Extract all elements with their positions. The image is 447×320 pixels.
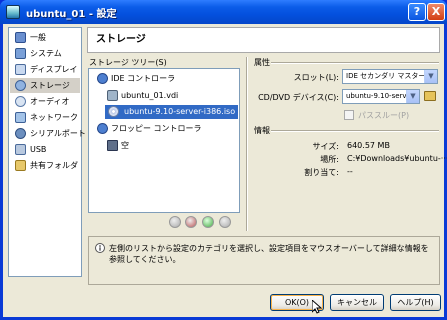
general-icon	[15, 32, 26, 43]
cd-dvd-label: CD/DVD デバイス(C):	[258, 93, 339, 102]
sidebar-item-serial-port[interactable]: シリアルポート	[10, 126, 86, 141]
page-title: ストレージ	[87, 27, 440, 53]
location-label: 場所:	[320, 155, 339, 164]
tree-node-ide-controller[interactable]: IDE コントローラ	[95, 72, 175, 86]
controller-icon	[97, 123, 108, 134]
sidebar-item-general[interactable]: 一般	[10, 30, 80, 45]
controller-icon	[97, 73, 108, 84]
sidebar-item-label: ディスプレイ	[30, 65, 78, 74]
sidebar-item-label: USB	[30, 145, 47, 154]
category-list: 一般 システム ディスプレイ ストレージ オーディオ ネットワーク シリアルポー…	[8, 27, 86, 277]
sidebar-item-label: システム	[30, 49, 62, 58]
sidebar-item-display[interactable]: ディスプレイ	[10, 62, 80, 77]
attributes-separator	[271, 62, 439, 64]
tree-node-floppy-controller[interactable]: フロッピー コントローラ	[95, 122, 202, 136]
sidebar-item-system[interactable]: システム	[10, 46, 80, 61]
sidebar-item-storage[interactable]: ストレージ	[10, 78, 80, 93]
sidebar-item-label: 一般	[30, 33, 46, 42]
tree-node-iso[interactable]: ubuntu-9.10-server-i386.iso	[105, 105, 239, 119]
virtualbox-app-icon	[6, 5, 20, 19]
info-section-title: 情報	[254, 126, 270, 135]
network-icon	[15, 112, 26, 123]
cd-dvd-select-value: ubuntu-9.10-serv	[346, 92, 407, 100]
slot-label: スロット(L):	[293, 73, 339, 82]
tree-node-label: 空	[121, 141, 129, 150]
tree-node-label: IDE コントローラ	[111, 74, 176, 83]
add-controller-icon[interactable]	[169, 216, 181, 228]
hard-disk-icon	[107, 90, 118, 101]
remove-attachment-icon[interactable]	[219, 216, 231, 228]
tree-node-vdi[interactable]: ubuntu_01.vdi	[105, 89, 178, 103]
window-title: ubuntu_01 - 設定	[26, 9, 117, 20]
sidebar-item-label: ストレージ	[30, 81, 70, 90]
dialog-client-area: 一般 システム ディスプレイ ストレージ オーディオ ネットワーク シリアルポー…	[3, 24, 447, 317]
tree-node-label: ubuntu_01.vdi	[121, 91, 179, 100]
open-folder-icon[interactable]	[424, 91, 436, 101]
add-attachment-icon[interactable]	[202, 216, 214, 228]
size-label: サイズ:	[312, 142, 339, 151]
storage-tree-label: ストレージ ツリー(S)	[89, 58, 167, 67]
sidebar-item-network[interactable]: ネットワーク	[10, 110, 80, 125]
attached-value: --	[347, 167, 353, 176]
cancel-button[interactable]: キャンセル	[330, 294, 384, 311]
cd-dvd-icon	[108, 106, 119, 117]
size-value: 640.57 MB	[347, 141, 390, 150]
slot-select[interactable]: IDE セカンダリ マスター ▼	[342, 69, 438, 84]
help-title-button[interactable]: ?	[408, 3, 426, 21]
info-separator	[271, 130, 439, 132]
info-icon	[95, 243, 105, 253]
settings-window: ubuntu_01 - 設定 ? X 一般 システム ディスプレイ ストレージ	[0, 0, 447, 320]
sidebar-item-shared-folder[interactable]: 共有フォルダ	[10, 158, 80, 173]
description-text: 左側のリストから設定のカテゴリを選択し、設定項目をマウスオーバーして詳細な情報を…	[109, 244, 429, 264]
passthrough-checkbox[interactable]	[344, 110, 354, 120]
storage-tree[interactable]: IDE コントローラ ubuntu_01.vdi ubuntu-9.10-ser…	[88, 68, 240, 213]
chevron-down-icon: ▼	[406, 90, 419, 103]
description-panel: 左側のリストから設定のカテゴリを選択し、設定項目をマウスオーバーして詳細な情報を…	[88, 236, 440, 285]
system-icon	[15, 48, 26, 59]
storage-icon	[15, 80, 26, 91]
tree-node-label: ubuntu-9.10-server-i386.iso	[124, 107, 236, 116]
audio-icon	[15, 96, 26, 107]
slot-select-value: IDE セカンダリ マスター	[346, 72, 426, 80]
close-button[interactable]: X	[427, 3, 445, 21]
pane-divider	[246, 57, 248, 231]
passthrough-label: パススルー(P)	[358, 111, 410, 120]
mouse-cursor-icon	[311, 298, 323, 316]
display-icon	[15, 64, 26, 75]
remove-controller-icon[interactable]	[185, 216, 197, 228]
sidebar-item-label: 共有フォルダ	[30, 161, 78, 170]
cd-dvd-select[interactable]: ubuntu-9.10-serv ▼	[342, 89, 420, 104]
sidebar-item-label: オーディオ	[30, 97, 70, 106]
attributes-section-title: 属性	[254, 58, 270, 67]
sidebar-item-label: シリアルポート	[30, 129, 86, 138]
sidebar-item-label: ネットワーク	[30, 113, 78, 122]
serial-port-icon	[15, 128, 26, 139]
floppy-icon	[107, 140, 118, 151]
chevron-down-icon: ▼	[424, 70, 437, 83]
sidebar-item-audio[interactable]: オーディオ	[10, 94, 80, 109]
location-value: C:¥Downloads¥ubuntu-···	[347, 154, 447, 163]
help-button[interactable]: ヘルプ(H)	[390, 294, 441, 311]
usb-icon	[15, 144, 26, 155]
attached-label: 割り当て:	[304, 168, 339, 177]
sidebar-item-usb[interactable]: USB	[10, 142, 80, 157]
shared-folder-icon	[15, 160, 26, 171]
tree-node-empty-floppy[interactable]: 空	[105, 139, 129, 153]
tree-node-label: フロッピー コントローラ	[111, 124, 202, 133]
title-bar: ubuntu_01 - 設定 ? X	[0, 0, 447, 24]
